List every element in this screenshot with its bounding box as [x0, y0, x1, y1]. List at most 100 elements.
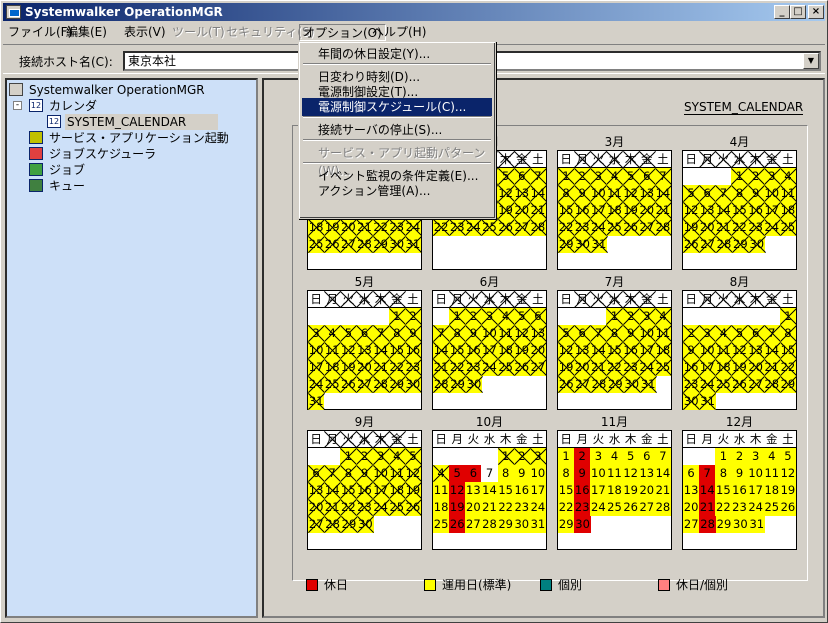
day-cell[interactable]: 31 [590, 236, 608, 253]
day-cell[interactable]: 17 [308, 359, 325, 376]
day-cell[interactable]: 14 [699, 482, 716, 499]
day-cell[interactable]: 5 [622, 168, 639, 185]
day-cell[interactable]: 14 [590, 342, 607, 359]
day-cell[interactable]: 29 [388, 376, 405, 393]
day-cell[interactable]: 19 [731, 359, 748, 376]
day-cell[interactable]: 11 [388, 465, 405, 482]
day-cell[interactable] [699, 308, 715, 325]
day-cell[interactable]: 11 [654, 325, 671, 342]
day-cell[interactable]: 12 [404, 465, 421, 482]
day-cell[interactable]: 20 [638, 482, 655, 499]
day-cell[interactable]: 8 [558, 185, 575, 202]
day-cell[interactable]: 24 [465, 219, 482, 236]
day-cell[interactable]: 24 [529, 499, 546, 516]
day-cell[interactable]: 1 [731, 168, 748, 185]
menu-6[interactable]: ヘルプ(H) [369, 24, 429, 41]
day-cell[interactable]: 31 [529, 516, 546, 533]
day-cell[interactable] [465, 448, 481, 465]
day-cell[interactable]: 14 [529, 185, 546, 202]
day-cell[interactable]: 4 [654, 308, 671, 325]
day-cell[interactable]: 27 [465, 516, 482, 533]
close-button[interactable]: × [808, 5, 824, 19]
day-cell[interactable]: 4 [324, 325, 341, 342]
day-cell[interactable]: 18 [433, 499, 450, 516]
day-cell[interactable]: 3 [763, 168, 780, 185]
day-cell[interactable]: 24 [481, 359, 498, 376]
day-cell[interactable]: 1 [497, 448, 514, 465]
day-cell[interactable]: 13 [638, 185, 655, 202]
day-cell[interactable]: 2 [574, 168, 591, 185]
day-cell[interactable]: 9 [404, 325, 421, 342]
day-cell[interactable]: 14 [433, 342, 450, 359]
day-cell[interactable]: 31 [699, 393, 716, 410]
day-cell[interactable]: 23 [513, 499, 530, 516]
day-cell[interactable]: 28 [372, 376, 389, 393]
day-cell[interactable]: 31 [639, 376, 657, 393]
day-cell[interactable]: 21 [433, 359, 450, 376]
day-cell[interactable]: 15 [388, 342, 405, 359]
day-cell[interactable]: 23 [683, 376, 700, 393]
day-cell[interactable]: 20 [638, 202, 655, 219]
day-cell[interactable]: 13 [513, 185, 530, 202]
day-cell[interactable]: 9 [683, 342, 700, 359]
day-cell[interactable]: 24 [308, 376, 325, 393]
day-cell[interactable]: 9 [356, 465, 373, 482]
day-cell[interactable]: 28 [324, 516, 341, 533]
day-cell[interactable]: 12 [340, 342, 357, 359]
day-cell[interactable]: 24 [699, 376, 716, 393]
tree-item-2[interactable]: サービス・アプリケーション起動 [29, 130, 231, 146]
day-cell[interactable]: 12 [449, 482, 466, 499]
day-cell[interactable]: 7 [654, 448, 671, 465]
day-cell[interactable]: 16 [747, 202, 764, 219]
day-cell[interactable]: 24 [590, 219, 607, 236]
day-cell[interactable]: 15 [606, 342, 623, 359]
day-cell[interactable]: 8 [779, 325, 796, 342]
day-cell[interactable]: 25 [481, 219, 498, 236]
day-cell[interactable] [748, 308, 764, 325]
day-cell[interactable]: 10 [763, 185, 780, 202]
day-cell[interactable]: 10 [481, 325, 498, 342]
day-cell[interactable]: 2 [404, 308, 421, 325]
day-cell[interactable]: 10 [699, 342, 716, 359]
day-cell[interactable]: 28 [433, 376, 450, 393]
day-cell[interactable]: 13 [574, 342, 591, 359]
day-cell[interactable]: 17 [763, 202, 780, 219]
day-cell[interactable]: 11 [779, 185, 796, 202]
day-cell[interactable]: 9 [622, 325, 639, 342]
day-cell[interactable]: 10 [529, 465, 546, 482]
day-cell[interactable]: 31 [308, 393, 325, 410]
title-bar[interactable]: Systemwalker OperationMGR [3, 3, 825, 21]
day-cell[interactable]: 21 [654, 202, 671, 219]
day-cell[interactable]: 7 [590, 325, 607, 342]
day-cell[interactable]: 22 [372, 219, 389, 236]
day-cell[interactable]: 13 [683, 482, 700, 499]
day-cell[interactable]: 9 [465, 325, 482, 342]
day-cell[interactable] [590, 308, 606, 325]
day-cell[interactable]: 11 [433, 482, 450, 499]
day-cell[interactable]: 8 [497, 465, 514, 482]
options-menu-item-11[interactable]: アクション管理(A)... [302, 182, 492, 200]
day-cell[interactable]: 5 [497, 168, 514, 185]
day-cell[interactable]: 26 [683, 236, 700, 253]
day-cell[interactable]: 26 [558, 376, 575, 393]
day-cell[interactable] [683, 168, 699, 185]
day-cell[interactable]: 1 [558, 448, 575, 465]
day-cell[interactable]: 8 [558, 465, 575, 482]
menu-2[interactable]: 表示(V) [121, 24, 169, 41]
day-cell[interactable]: 5 [683, 185, 700, 202]
options-menu-item-8[interactable]: サービス・アプリ起動パターン(W)... [302, 144, 492, 178]
day-cell[interactable]: 15 [340, 482, 357, 499]
day-cell[interactable]: 9 [574, 465, 591, 482]
day-cell[interactable] [558, 308, 574, 325]
day-cell[interactable]: 23 [574, 219, 591, 236]
day-cell[interactable]: 15 [497, 482, 514, 499]
day-cell[interactable]: 21 [715, 219, 732, 236]
day-cell[interactable]: 26 [324, 236, 341, 253]
day-cell[interactable] [699, 168, 715, 185]
day-cell[interactable]: 6 [308, 465, 325, 482]
day-cell[interactable]: 29 [779, 376, 796, 393]
day-cell[interactable]: 17 [590, 202, 607, 219]
day-cell[interactable]: 19 [404, 482, 421, 499]
day-cell[interactable]: 4 [715, 325, 732, 342]
day-cell[interactable]: 3 [372, 448, 389, 465]
